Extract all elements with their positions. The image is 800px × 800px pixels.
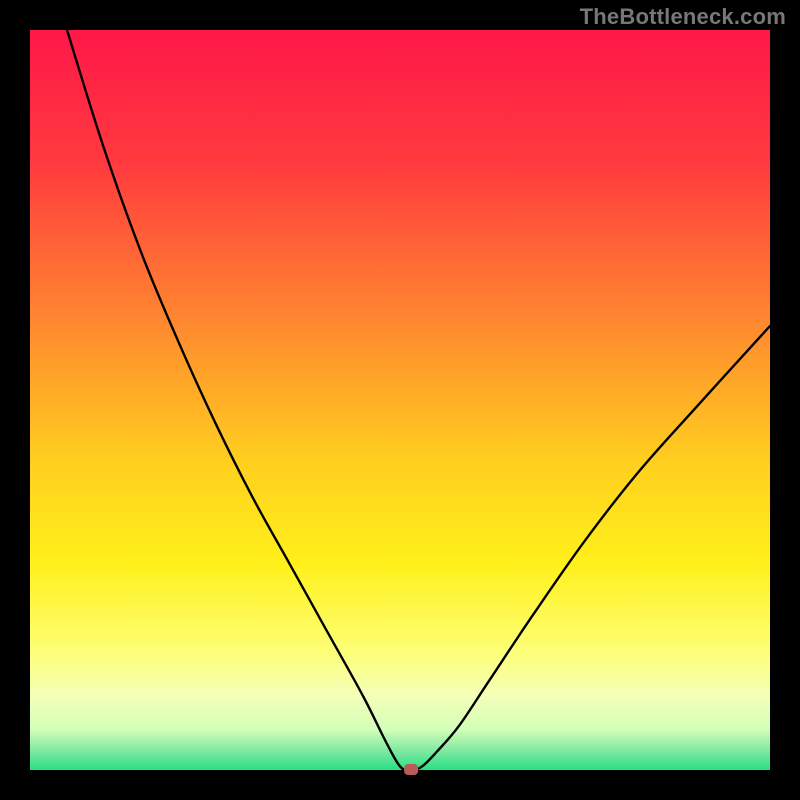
chart-container: TheBottleneck.com [0, 0, 800, 800]
plot-background [30, 30, 770, 770]
bottleneck-chart [0, 0, 800, 800]
optimal-marker [404, 764, 418, 775]
attribution-label: TheBottleneck.com [580, 4, 786, 30]
